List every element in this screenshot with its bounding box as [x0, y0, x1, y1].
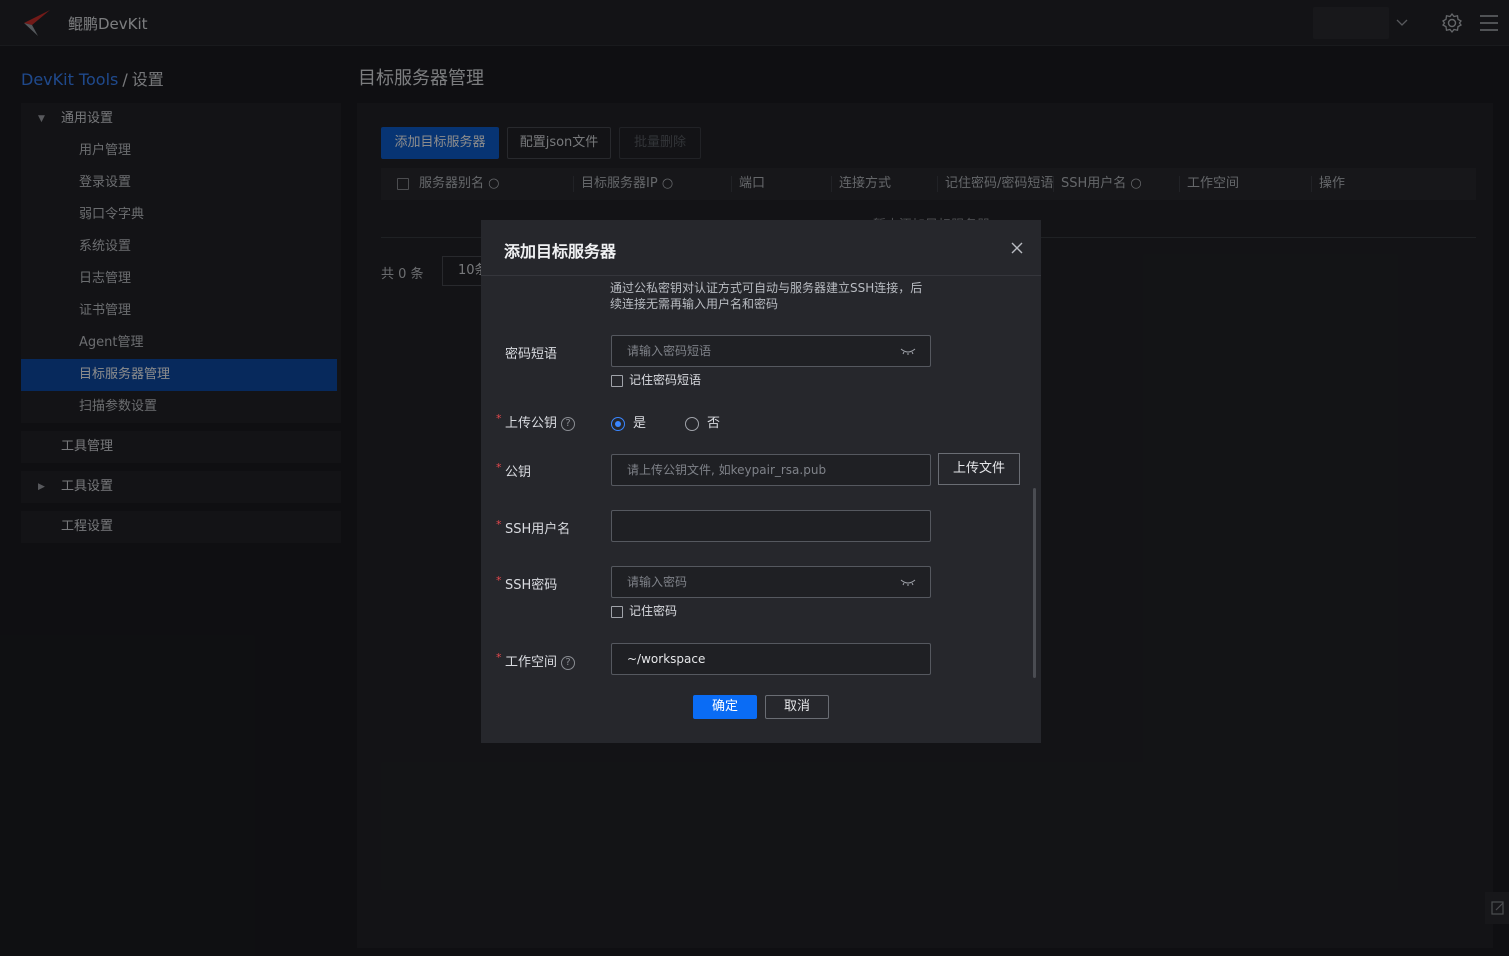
remember-password-checkbox[interactable]: 记住密码: [611, 602, 677, 619]
upload-key-no-radio[interactable]: 否: [685, 412, 720, 431]
required-mark: *: [496, 651, 502, 664]
upload-file-button[interactable]: 上传文件: [938, 453, 1020, 485]
ssh-password-input[interactable]: 请输入密码: [611, 566, 931, 598]
dialog-title: 添加目标服务器: [504, 242, 617, 261]
passphrase-label: 密码短语: [505, 347, 558, 362]
passphrase-input[interactable]: 请输入密码短语: [611, 335, 931, 367]
help-icon[interactable]: ?: [561, 416, 576, 431]
workspace-label: * 工作空间?: [496, 651, 576, 670]
eye-closed-icon[interactable]: [900, 346, 916, 356]
required-mark: *: [496, 574, 502, 587]
remember-passphrase-checkbox[interactable]: 记住密码短语: [611, 371, 701, 388]
required-mark: *: [496, 412, 502, 425]
close-icon[interactable]: [1007, 238, 1027, 258]
cancel-button[interactable]: 取消: [765, 695, 829, 719]
passphrase-placeholder: 请输入密码短语: [627, 344, 712, 358]
public-key-label: * 公钥: [496, 461, 532, 480]
upload-key-label: * 上传公钥?: [496, 412, 576, 431]
ssh-username-input[interactable]: [611, 510, 931, 542]
ssh-password-placeholder: 请输入密码: [627, 575, 688, 589]
required-mark: *: [496, 461, 502, 474]
dialog-tip-text: 通过公私密钥对认证方式可自动与服务器建立SSH连接，后续连接无需再输入用户名和密…: [610, 281, 923, 311]
help-icon[interactable]: ?: [561, 655, 576, 670]
required-mark: *: [496, 518, 502, 531]
workspace-input[interactable]: ~/workspace: [611, 643, 931, 675]
upload-key-yes-radio[interactable]: 是: [611, 412, 646, 431]
dialog-scrollbar[interactable]: [1033, 488, 1036, 678]
public-key-placeholder: 请上传公钥文件, 如keypair_rsa.pub: [627, 463, 827, 477]
dialog-divider: [481, 275, 1041, 276]
add-server-dialog: 添加目标服务器 通过公私密钥对认证方式可自动与服务器建立SSH连接，后续连接无需…: [481, 220, 1041, 743]
ssh-password-label: * SSH密码: [496, 574, 558, 593]
remember-password-label: 记住密码: [629, 604, 678, 618]
public-key-input[interactable]: 请上传公钥文件, 如keypair_rsa.pub: [611, 454, 931, 486]
eye-closed-icon[interactable]: [900, 577, 916, 587]
remember-passphrase-label: 记住密码短语: [629, 373, 702, 387]
confirm-button[interactable]: 确定: [693, 695, 757, 719]
ssh-username-label: * SSH用户名: [496, 518, 571, 537]
